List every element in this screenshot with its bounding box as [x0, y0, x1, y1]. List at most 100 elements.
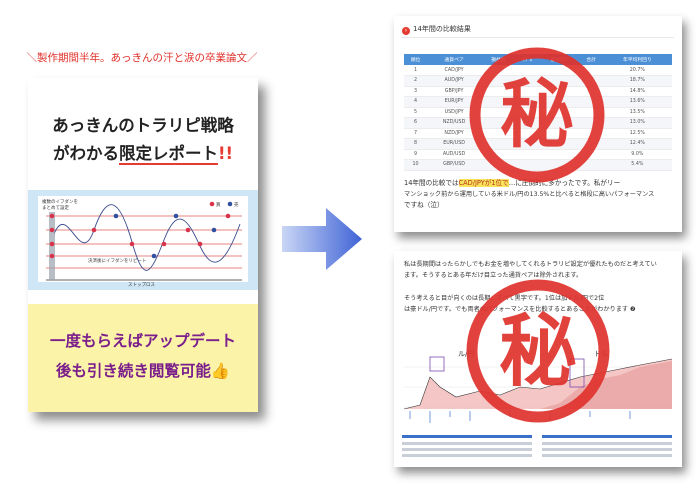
paragraph-line: マンショック前から運用している米ドル/円の13.5%と比べると格段に高いパフォー… — [404, 191, 655, 198]
performance-chart-thumbnail: ル/円 ドル — [400, 347, 676, 429]
table-cell — [515, 149, 539, 160]
table-cell: 7 — [404, 128, 428, 139]
table-cell — [481, 107, 516, 118]
cover-title: あっきんのトラリピ戦略 がわかる限定レポート!! — [28, 112, 258, 168]
table-cell: GBP/USD — [427, 159, 482, 171]
table-header-bar — [542, 435, 672, 438]
chart-note-3: 決済後にイフダンをリピート — [88, 259, 147, 264]
table-row — [542, 448, 672, 451]
table-cell — [538, 86, 580, 97]
table-cell: USD/JPY — [427, 107, 482, 118]
paragraph-line: ます。そうするとある年だけ目立った通貨ペアは除外されます。 — [404, 272, 583, 279]
table-cell — [579, 107, 603, 118]
table-cell: 13.6% — [602, 96, 672, 108]
table-cell: 2 — [404, 75, 428, 87]
legend-buy: 買 — [216, 203, 221, 208]
table-cell — [579, 159, 603, 171]
paragraph-line: そう考えると目が向くのは長期…すべて黒字です。1位は加ドル/円で2位 — [404, 295, 605, 302]
table-cell — [481, 159, 516, 171]
table-row: 10 GBP/USD 5.4% — [404, 159, 672, 171]
table-cell — [538, 96, 580, 108]
cover-title-line1: あっきんのトラリピ戦略 — [52, 116, 234, 135]
table-row — [542, 454, 672, 457]
table-cell: EUR/USD — [427, 138, 482, 150]
table-row: 3 GBP/JPY 14.8% — [404, 86, 672, 97]
cover-subtitle-line1: 一度もらえばアップデート — [49, 332, 236, 350]
table-cell — [579, 86, 603, 97]
cover-title-highlight: 限定レポート — [118, 144, 218, 165]
table-row: 1 CAD/JPY 20.7% — [404, 65, 672, 76]
col-rank: 順位 — [404, 54, 428, 65]
table-cell — [481, 128, 516, 139]
legend-sell: 売 — [234, 203, 239, 208]
table-cell — [515, 96, 539, 108]
results-table-thumbnail — [402, 433, 674, 463]
table-cell: AUD/JPY — [427, 75, 482, 87]
cover-title-line2: がわかる限定レポート!! — [28, 140, 258, 168]
table-cell — [538, 128, 580, 139]
table-cell — [538, 107, 580, 118]
col-total: 合計 — [579, 54, 603, 65]
table-row: 9 AUD/USD 9.0% — [404, 149, 672, 160]
table-cell — [481, 138, 516, 150]
table-cell: 4 — [404, 96, 428, 108]
screenshot-comparison: › 14年間の比較結果 順位 通貨ペア 損益額 ﾏﾌﾟﾛ 最大DD 合計 年平均利… — [394, 16, 682, 232]
table-header-bar — [402, 435, 532, 438]
cover-strategy-chart: 複数のイフダンを まとめて設定 決済後にイフダンをリピート 買 売 ストップロス — [28, 190, 258, 290]
cover-title-exclamation: !! — [217, 144, 234, 163]
paragraph-highlight: CAD/JPYが1位で — [458, 179, 509, 187]
paragraph-line: は豪ドル/円です。でも両者のパフォーマンスを比較するとあることがわかります ❷ — [404, 306, 636, 313]
ranking-table: 順位 通貨ペア 損益額 ﾏﾌﾟﾛ 最大DD 合計 年平均利回り 1 CAD/JPY… — [404, 54, 672, 171]
cover-subtitle-line2: 後も引き続き閲覧可能👍 — [55, 362, 231, 380]
table-cell: 10 — [404, 159, 428, 171]
table-cell: 3 — [404, 86, 428, 97]
chart-label-right: ドル — [594, 350, 608, 358]
cover-yellow-panel: 一度もらえばアップデート 後も引き続き閲覧可能👍 — [28, 304, 258, 412]
report-cover: あっきんのトラリピ戦略 がわかる限定レポート!! 複数のイフダンを まとめて設定… — [28, 78, 258, 412]
col-pair: 通貨ペア — [427, 54, 482, 65]
table-cell — [481, 149, 516, 160]
table-cell — [579, 128, 603, 139]
table-cell: 12.5% — [602, 128, 672, 139]
cover-subtitle: 一度もらえばアップデート 後も引き続き閲覧可能👍 — [28, 326, 258, 386]
table-cell — [538, 117, 580, 129]
table-row — [542, 442, 672, 445]
chart-note-2: まとめて設定 — [42, 206, 69, 211]
section-bullet-icon: › — [402, 27, 410, 35]
chart-label-left: ル/円 — [458, 350, 475, 358]
col-dd: 最大DD — [538, 54, 580, 65]
table-cell — [515, 86, 539, 97]
table-cell: GBP/JPY — [427, 86, 482, 97]
cover-tagline: ＼製作期間半年。あっきんの汗と涙の卒業論文／ — [26, 52, 258, 64]
table-cell: NZD/JPY — [427, 128, 482, 139]
table-cell: 6 — [404, 117, 428, 129]
ranking-table-body: 1 CAD/JPY 20.7% 2 AUD/JPY 18.7% 3 GBP/JPY 14.8% 4… — [404, 65, 672, 171]
table-cell — [515, 128, 539, 139]
col-profit: 損益額 — [481, 54, 516, 65]
paragraph-text: …に圧倒的に多かったです。私がリー — [508, 179, 621, 187]
table-row — [402, 442, 532, 445]
table-cell: CAD/JPY — [427, 65, 482, 76]
table-cell: 12.4% — [602, 138, 672, 150]
table-cell: 9.0% — [602, 149, 672, 160]
table-cell: 18.7% — [602, 75, 672, 87]
table-cell — [515, 65, 539, 76]
section-heading: › 14年間の比較結果 — [402, 24, 674, 38]
table-cell: 1 — [404, 65, 428, 76]
paragraph-text: 14年間の比較では — [404, 179, 459, 187]
stoploss-label: ストップロス — [128, 283, 155, 288]
table-cell — [481, 96, 516, 108]
table-cell — [481, 117, 516, 129]
table-cell — [538, 159, 580, 171]
table-row: 4 EUR/JPY 13.6% — [404, 96, 672, 108]
comparison-paragraph: 14年間の比較ではCAD/JPYが1位で…に圧倒的に多かったです。私がリー マン… — [404, 178, 674, 211]
table-cell: AUD/USD — [427, 149, 482, 160]
performance-chart — [400, 347, 676, 429]
table-cell: EUR/JPY — [427, 96, 482, 108]
table-cell — [515, 138, 539, 150]
table-cell — [481, 65, 516, 76]
col-yield: 年平均利回り — [602, 54, 672, 65]
table-row: 2 AUD/JPY 18.7% — [404, 75, 672, 87]
table-cell — [481, 86, 516, 97]
table-cell: 5.4% — [602, 159, 672, 171]
